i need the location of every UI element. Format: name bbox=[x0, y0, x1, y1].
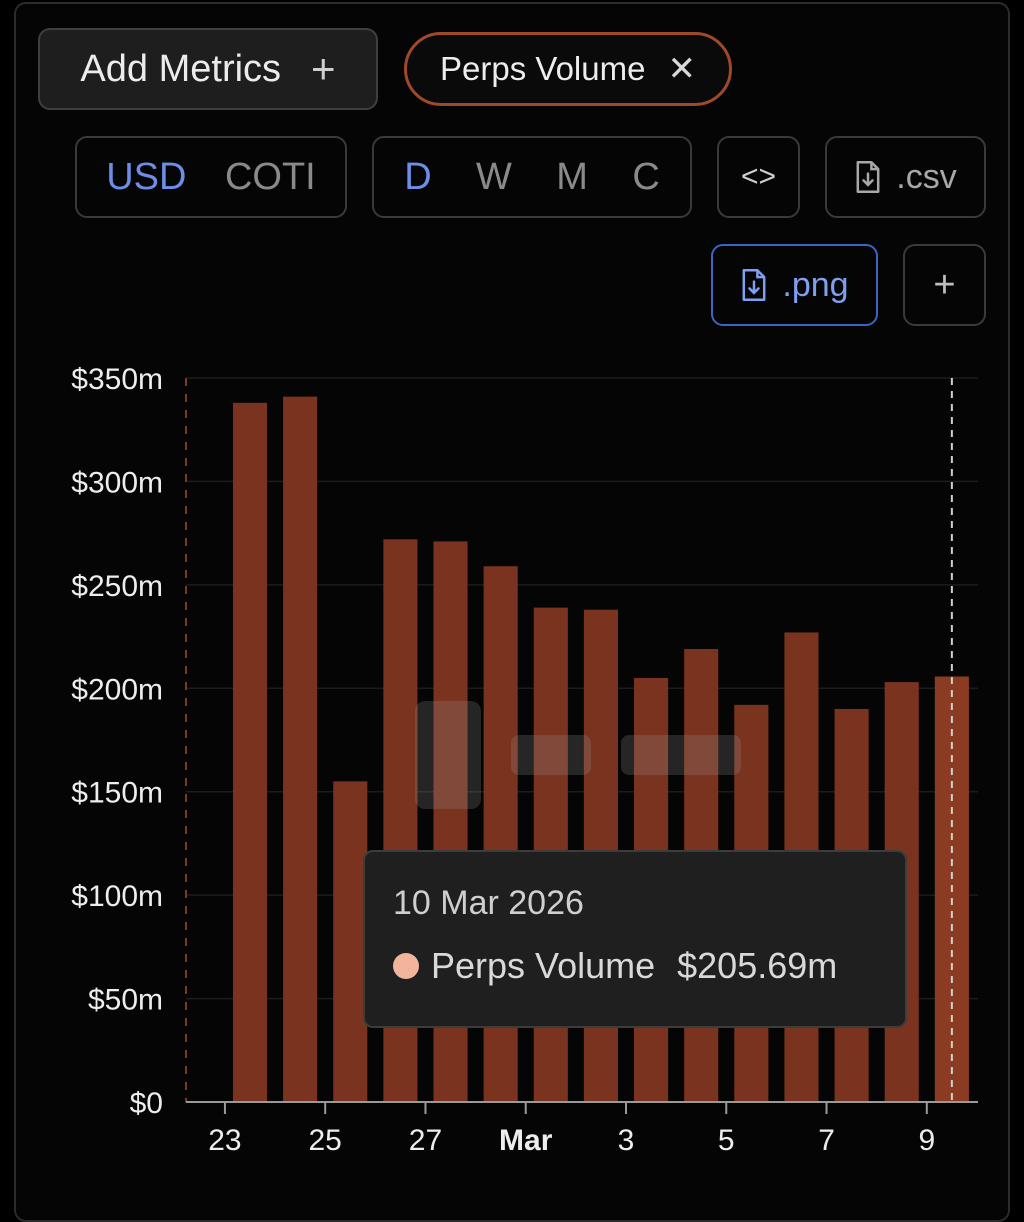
x-tick-label: 25 bbox=[309, 1124, 342, 1157]
x-tick-label: 3 bbox=[618, 1124, 635, 1157]
watermark-logo bbox=[415, 700, 745, 810]
tooltip-series-dot bbox=[393, 953, 419, 979]
tooltip-date: 10 Mar 2026 bbox=[393, 884, 584, 922]
y-tick-label: $0 bbox=[130, 1087, 163, 1120]
y-tick-label: $300m bbox=[71, 466, 163, 499]
x-tick-label: 23 bbox=[208, 1124, 241, 1157]
bar bbox=[232, 402, 268, 1102]
chart-tooltip: 10 Mar 2026 Perps Volume $205.69m bbox=[363, 850, 907, 1028]
x-tick-label: 27 bbox=[409, 1124, 442, 1157]
y-tick-label: $50m bbox=[88, 984, 163, 1017]
y-tick-label: $250m bbox=[71, 570, 163, 603]
x-tick-label: 5 bbox=[718, 1124, 735, 1157]
bar bbox=[283, 396, 318, 1102]
y-tick-label: $150m bbox=[71, 777, 163, 810]
y-tick-label: $200m bbox=[71, 673, 163, 706]
x-tick-label: 7 bbox=[818, 1124, 835, 1157]
y-tick-label: $100m bbox=[71, 880, 163, 913]
y-tick-label: $350m bbox=[71, 363, 163, 396]
x-tick-label: 9 bbox=[918, 1124, 935, 1157]
tooltip-series-name: Perps Volume bbox=[431, 945, 656, 986]
tooltip-value: $205.69m bbox=[677, 945, 838, 986]
x-tick-label: Mar bbox=[499, 1124, 553, 1157]
